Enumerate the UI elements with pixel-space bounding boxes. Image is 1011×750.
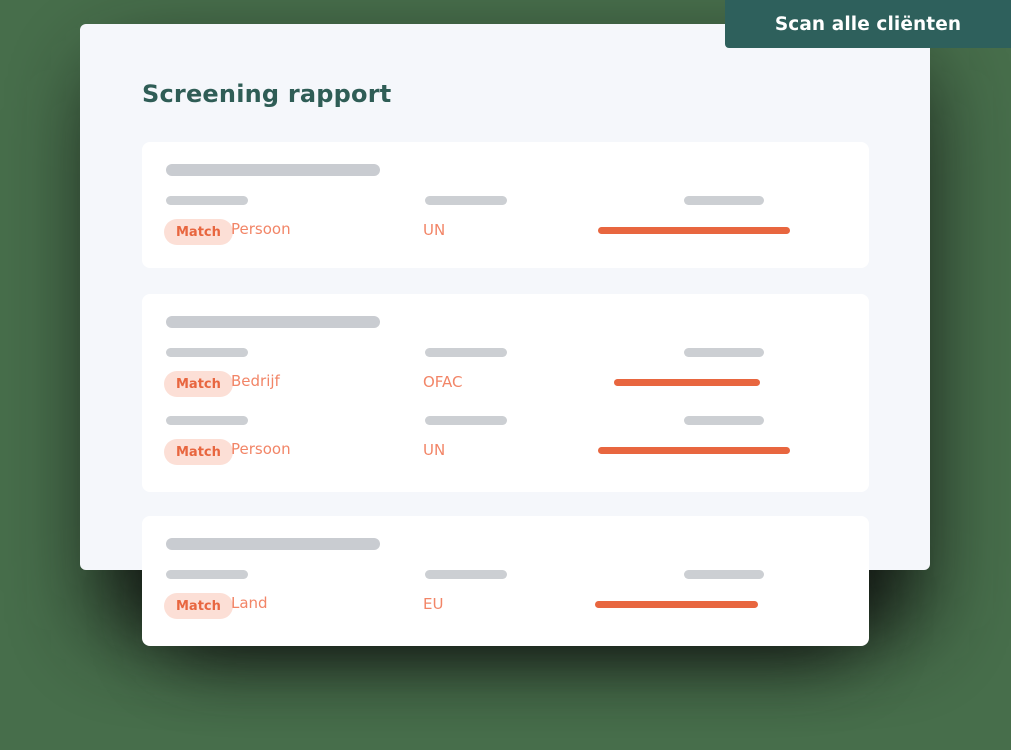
status-badge: Match (164, 439, 233, 465)
screening-result-card[interactable]: MatchPersoon UN (142, 142, 869, 268)
column-label-placeholder-1 (166, 570, 248, 579)
match-score-meter (598, 447, 790, 454)
sanction-list-label: EU (423, 595, 443, 613)
status-badge: Match (164, 593, 233, 619)
column-label-placeholder-2 (425, 348, 507, 357)
column-label-placeholder-3 (684, 416, 764, 425)
card-title-placeholder (166, 164, 380, 176)
match-score-meter (595, 601, 758, 608)
screening-result-card[interactable]: MatchBedrijfOFACMatchPersoonUN (142, 294, 869, 492)
match-row[interactable]: MatchPersoon UN (142, 416, 869, 484)
column-label-placeholder-1 (166, 416, 248, 425)
entity-type-label: Persoon (231, 220, 291, 238)
screening-result-card[interactable]: MatchLand EU (142, 516, 869, 646)
match-row[interactable]: MatchLand EU (142, 570, 869, 638)
scan-all-clients-button[interactable]: Scan alle cliënten (725, 0, 1011, 48)
sanction-list-label: OFAC (423, 373, 463, 391)
column-label-placeholder-3 (684, 348, 764, 357)
status-badge: Match (164, 219, 233, 245)
column-label-placeholder-3 (684, 570, 764, 579)
column-label-placeholder-3 (684, 196, 764, 205)
card-title-placeholder (166, 538, 380, 550)
entity-type-label: Bedrijf (231, 372, 280, 390)
status-badge: Match (164, 371, 233, 397)
sanction-list-label: UN (423, 441, 445, 459)
entity-type-label: Land (231, 594, 268, 612)
column-label-placeholder-1 (166, 196, 248, 205)
sanction-list-label: UN (423, 221, 445, 239)
card-title-placeholder (166, 316, 380, 328)
match-row[interactable]: MatchPersoon UN (142, 196, 869, 264)
column-label-placeholder-2 (425, 570, 507, 579)
column-label-placeholder-1 (166, 348, 248, 357)
entity-type-label: Persoon (231, 440, 291, 458)
match-score-meter (614, 379, 760, 386)
column-label-placeholder-2 (425, 196, 507, 205)
match-score-meter (598, 227, 790, 234)
column-label-placeholder-2 (425, 416, 507, 425)
page-title: Screening rapport (142, 80, 391, 108)
match-row[interactable]: MatchBedrijf OFAC (142, 348, 869, 416)
